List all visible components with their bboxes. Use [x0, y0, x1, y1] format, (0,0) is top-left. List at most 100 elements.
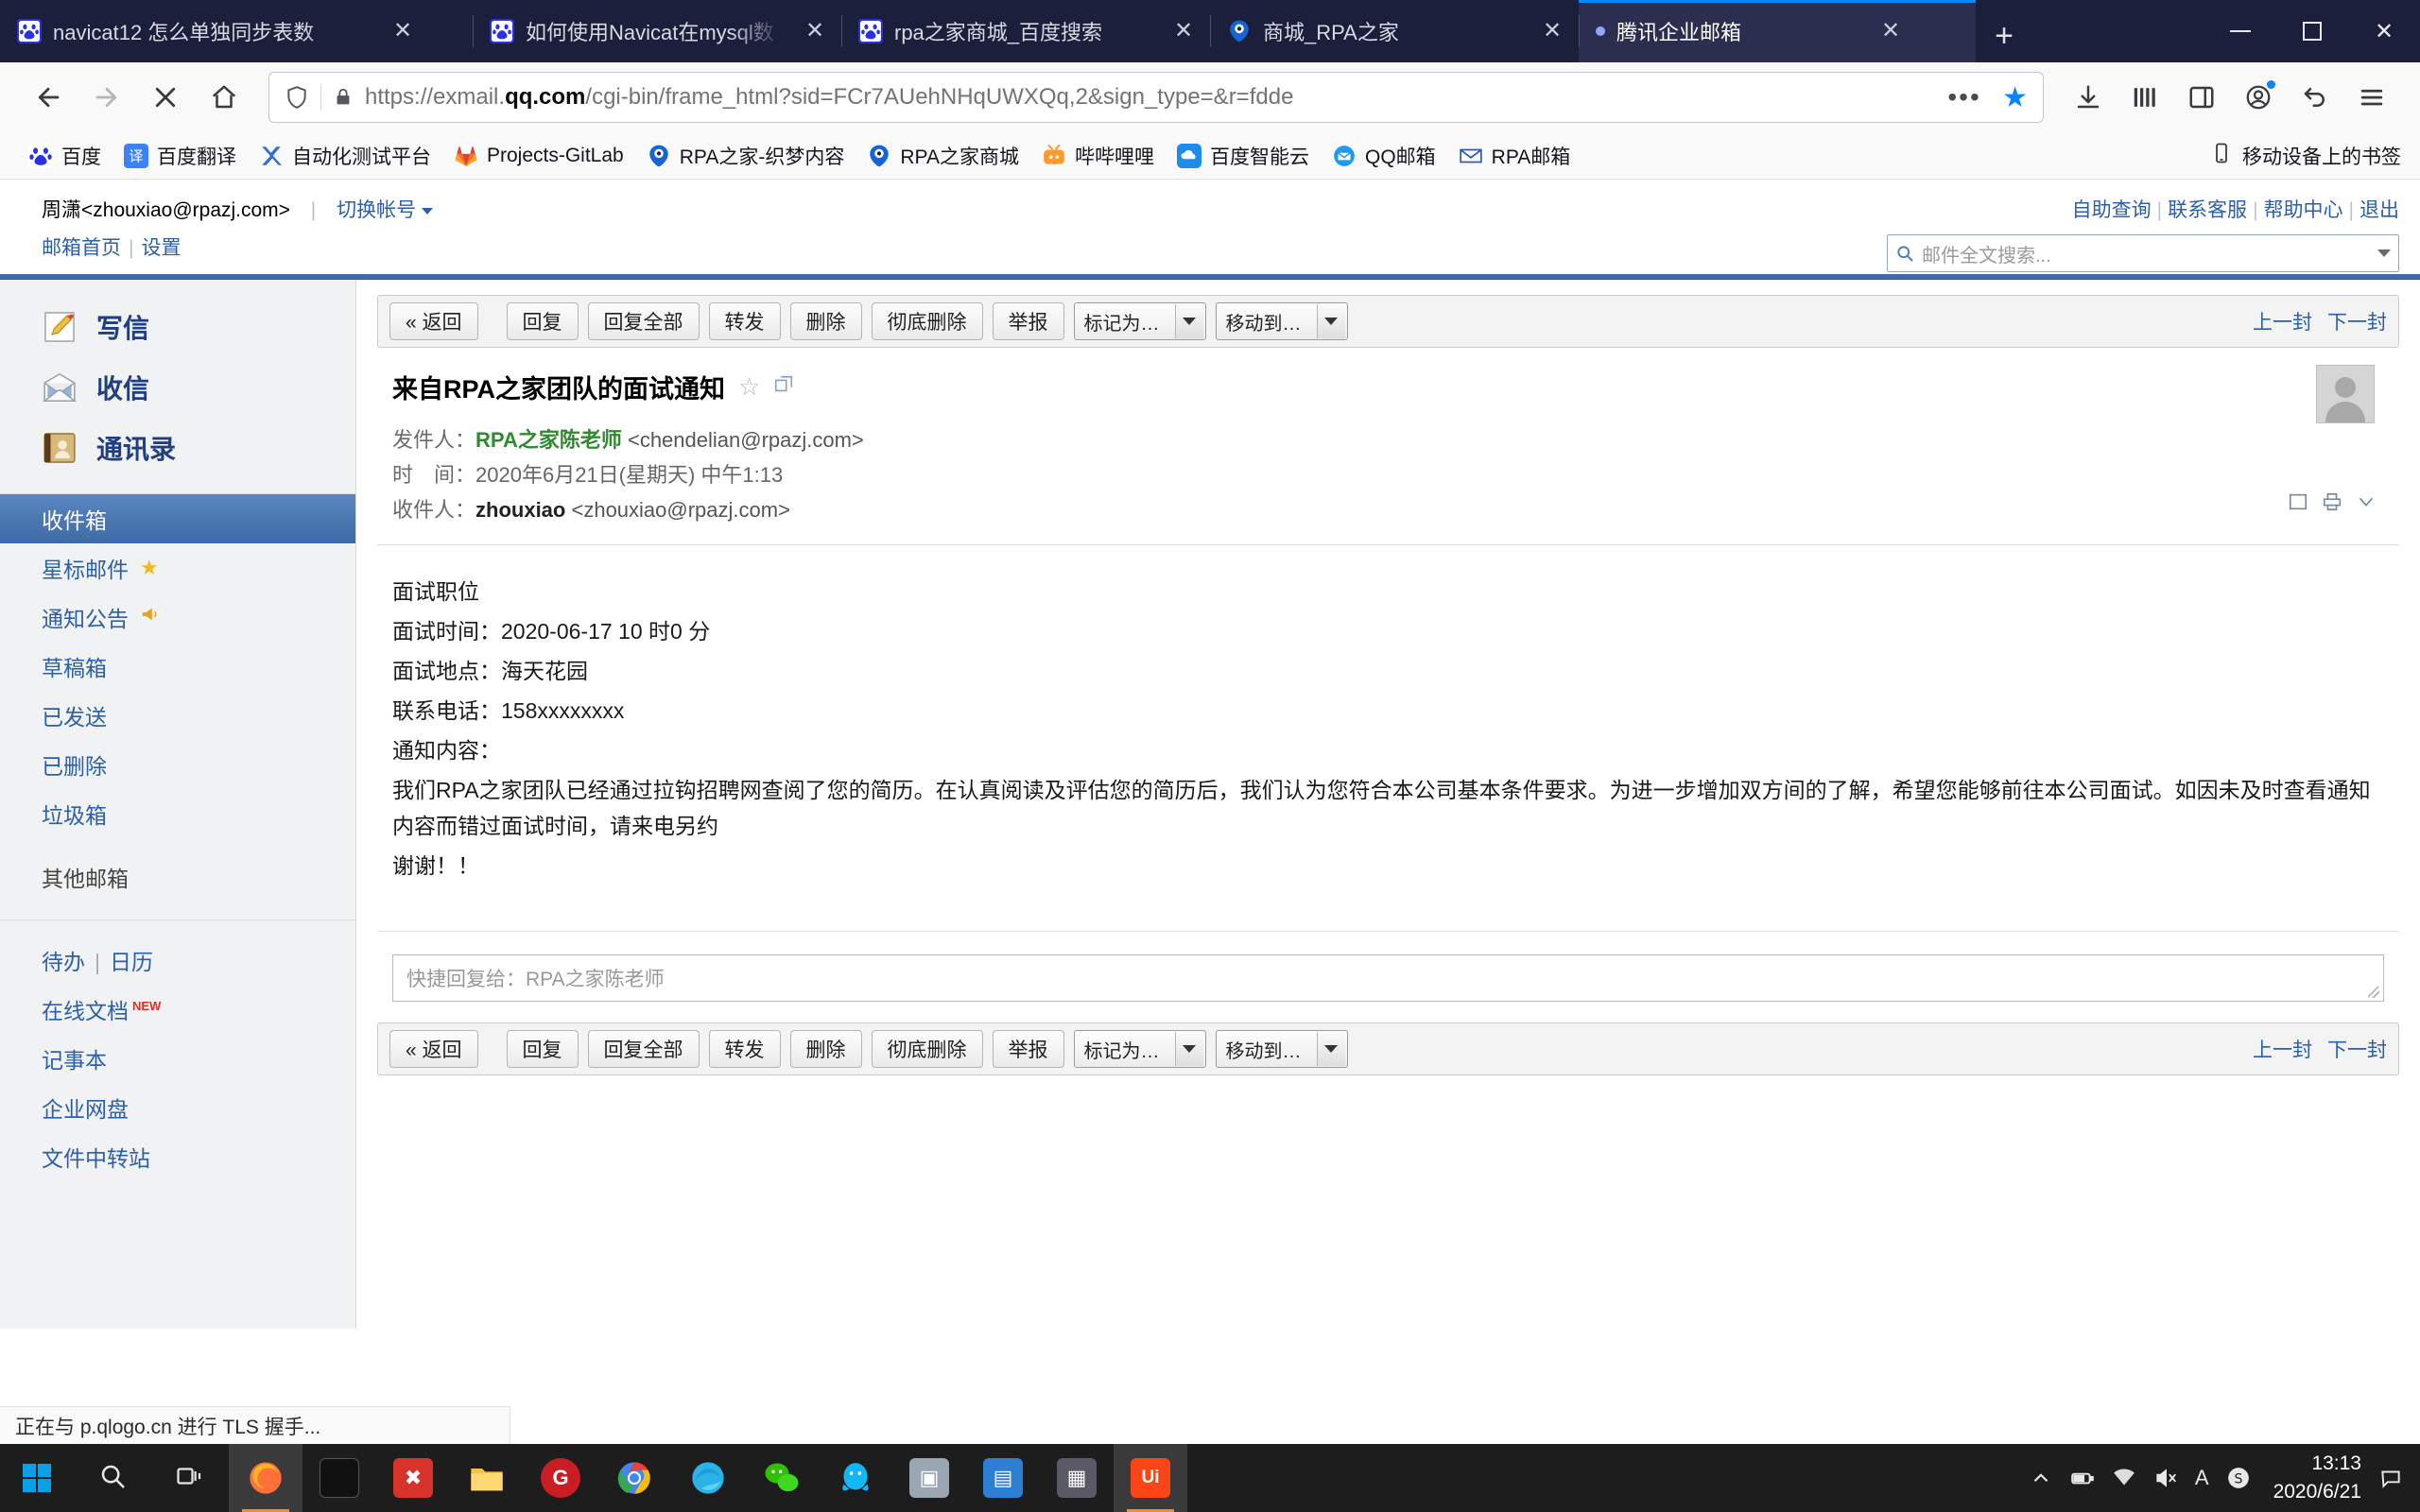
mail-search-box[interactable]: 邮件全文搜索...: [1887, 234, 2399, 272]
sidebar-link-file-transfer[interactable]: 文件中转站: [0, 1132, 355, 1181]
new-window-icon[interactable]: [773, 374, 794, 401]
new-tab-button[interactable]: +: [1976, 9, 2032, 62]
reply-button[interactable]: 回复: [506, 302, 579, 340]
start-button[interactable]: [0, 1444, 74, 1512]
mark-as-select[interactable]: 标记为…: [1073, 302, 1206, 340]
mail-home-link[interactable]: 邮箱首页: [42, 237, 121, 259]
browser-tab-1[interactable]: navicat12 怎么单独同步表数 ✕: [0, 0, 473, 62]
delete-forever-button[interactable]: 彻底删除: [871, 1030, 983, 1068]
ime-icon[interactable]: A: [2195, 1466, 2209, 1490]
taskbar-app-wechat[interactable]: [745, 1444, 819, 1512]
sidebar-link-enterprise-disk[interactable]: 企业网盘: [0, 1083, 355, 1132]
forward-button[interactable]: [79, 70, 134, 125]
taskbar-app-qq[interactable]: [819, 1444, 892, 1512]
sidebar-folder-spam[interactable]: 垃圾箱: [0, 789, 355, 838]
taskbar-app-gitee[interactable]: G: [524, 1444, 597, 1512]
bookmark-qqmail[interactable]: QQ邮箱: [1322, 138, 1445, 174]
tab-close-icon[interactable]: ✕: [1167, 14, 1201, 48]
move-to-select[interactable]: 移动到…: [1215, 302, 1348, 340]
to-name[interactable]: zhouxiao: [475, 498, 565, 522]
report-button[interactable]: 举报: [992, 302, 1064, 340]
url-text[interactable]: https://exmail.qq.com/cgi-bin/frame_html…: [365, 84, 1932, 111]
library-icon[interactable]: [2118, 70, 2172, 125]
sidebar-link-online-docs[interactable]: 在线文档 NEW: [0, 985, 355, 1034]
bookmark-rpamail[interactable]: RPA邮箱: [1449, 138, 1581, 174]
shield-icon[interactable]: [285, 85, 309, 110]
taskbar-clock[interactable]: 13:13 2020/6/21: [2268, 1450, 2361, 1506]
menu-icon[interactable]: [2344, 70, 2399, 125]
taskbar-app-vmware[interactable]: ▣: [892, 1444, 966, 1512]
prev-message-link[interactable]: 上一封: [2253, 1035, 2312, 1063]
taskbar-app-pycharm[interactable]: ▦: [1040, 1444, 1114, 1512]
reply-all-button[interactable]: 回复全部: [587, 1030, 700, 1068]
bookmark-rpa-shop[interactable]: RPA之家商城: [857, 138, 1028, 174]
more-actions-icon[interactable]: [2356, 491, 2377, 518]
search-input[interactable]: 邮件全文搜索...: [1922, 240, 2377, 267]
chevron-up-icon[interactable]: [2029, 1466, 2053, 1490]
browser-tab-4[interactable]: 商城_RPA之家 ✕: [1210, 0, 1579, 62]
bookmark-gitlab[interactable]: Projects-GitLab: [444, 140, 633, 172]
report-button[interactable]: 举报: [992, 1030, 1064, 1068]
taskbar-app-edge[interactable]: [671, 1444, 745, 1512]
taskbar-app-notes[interactable]: ▤: [966, 1444, 1040, 1512]
delete-forever-button[interactable]: 彻底删除: [871, 302, 983, 340]
battery-icon[interactable]: [2070, 1466, 2095, 1490]
prev-message-link[interactable]: 上一封: [2253, 307, 2312, 335]
bookmark-star-icon[interactable]: ★: [1996, 81, 2033, 114]
move-to-select[interactable]: 移动到…: [1215, 1030, 1348, 1068]
reply-all-button[interactable]: 回复全部: [587, 302, 700, 340]
switch-account-link[interactable]: 切换帐号: [337, 199, 434, 221]
minimize-button[interactable]: [2204, 0, 2276, 62]
delete-button[interactable]: 删除: [789, 1030, 862, 1068]
bookmark-baidu[interactable]: 百度: [19, 138, 111, 174]
tab-close-icon[interactable]: ✕: [798, 14, 832, 48]
sidebar-item-contacts[interactable]: 通讯录: [0, 418, 355, 478]
sidebar-folder-drafts[interactable]: 草稿箱: [0, 642, 355, 691]
tab-close-icon[interactable]: ✕: [1874, 14, 1908, 48]
from-name[interactable]: RPA之家陈老师: [475, 428, 622, 452]
page-actions-icon[interactable]: •••: [1944, 78, 1985, 116]
volume-icon[interactable]: [2153, 1466, 2178, 1490]
chevron-down-icon[interactable]: [1174, 304, 1203, 338]
taskbar-app-terminal[interactable]: [302, 1444, 376, 1512]
top-link-help-center[interactable]: 帮助中心: [2264, 199, 2343, 221]
taskbar-app-uipath[interactable]: Ui: [1114, 1444, 1187, 1512]
sidebar-folder-deleted[interactable]: 已删除: [0, 740, 355, 789]
wifi-icon[interactable]: [2112, 1466, 2136, 1490]
sidebar-link-notepad[interactable]: 记事本: [0, 1034, 355, 1083]
sidebar-folder-inbox[interactable]: 收件箱: [0, 494, 355, 543]
taskbar-app-firefox[interactable]: [229, 1444, 302, 1512]
sidebar-item-receive[interactable]: 收信: [0, 357, 355, 418]
sidebar-folder-starred[interactable]: 星标邮件 ★: [0, 543, 355, 593]
chevron-down-icon[interactable]: [1174, 1032, 1203, 1066]
tab-close-icon[interactable]: ✕: [1535, 14, 1569, 48]
taskbar-app-chrome[interactable]: [597, 1444, 671, 1512]
top-link-self-service[interactable]: 自助查询: [2072, 199, 2152, 221]
undo-icon[interactable]: [2288, 70, 2342, 125]
mark-as-select[interactable]: 标记为…: [1073, 1030, 1206, 1068]
tab-close-icon[interactable]: ✕: [386, 14, 420, 48]
chevron-down-icon[interactable]: [2377, 249, 2391, 257]
stop-loading-button[interactable]: [138, 70, 193, 125]
fullscreen-icon[interactable]: [2288, 491, 2308, 518]
browser-tab-5-active[interactable]: 腾讯企业邮箱 ✕: [1579, 0, 1976, 62]
reply-button[interactable]: 回复: [506, 1030, 579, 1068]
delete-button[interactable]: 删除: [789, 302, 862, 340]
sidebar-icon[interactable]: [2174, 70, 2229, 125]
notification-icon[interactable]: [2378, 1466, 2403, 1490]
account-icon[interactable]: [2231, 70, 2286, 125]
forward-button[interactable]: 转发: [708, 1030, 781, 1068]
bookmark-baidu-translate[interactable]: 译 百度翻译: [114, 138, 246, 174]
task-view-button[interactable]: [151, 1444, 229, 1512]
browser-tab-3[interactable]: rpa之家商城_百度搜索 ✕: [841, 0, 1210, 62]
bookmark-bilibili[interactable]: 哔哔哩哩: [1032, 138, 1164, 174]
chevron-down-icon[interactable]: [1316, 1032, 1345, 1066]
back-button[interactable]: [21, 70, 76, 125]
sidebar-item-compose[interactable]: 写信: [0, 297, 355, 357]
sogou-icon[interactable]: S: [2226, 1466, 2251, 1490]
lock-icon[interactable]: [333, 85, 354, 110]
top-link-contact-support[interactable]: 联系客服: [2168, 199, 2247, 221]
bookmark-rpa-dedecms[interactable]: RPA之家-织梦内容: [637, 138, 855, 174]
forward-button[interactable]: 转发: [708, 302, 781, 340]
settings-link[interactable]: 设置: [141, 237, 181, 259]
